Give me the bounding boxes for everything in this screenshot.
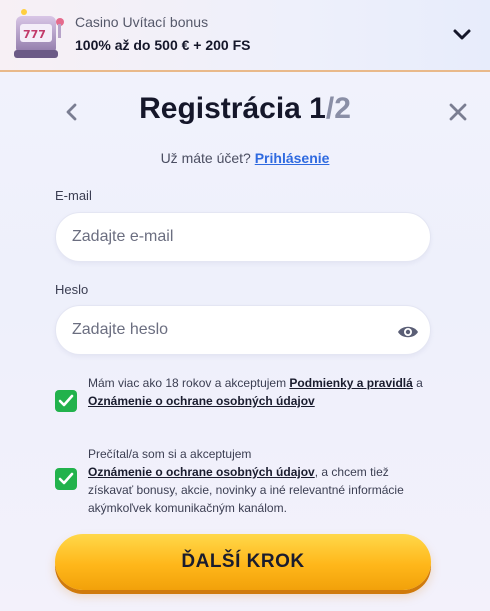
eye-icon[interactable] [396,320,420,344]
marketing-consent-checkbox[interactable] [55,468,77,490]
age-terms-consent-text: Mám viac ako 18 rokov a akceptujem Podmi… [88,374,433,410]
consent-text: Mám viac ako 18 rokov a akceptujem [88,376,290,390]
registration-panel: Registrácia 1/2 Už máte účet? Prihláseni… [0,74,490,611]
login-link[interactable]: Prihlásenie [255,150,330,166]
age-terms-checkbox[interactable] [55,390,77,412]
consent-text: Prečítal/a som si a akceptujem [88,447,252,461]
email-label: E-mail [55,188,92,203]
title-separator: / [325,92,335,125]
page-title: Registrácia 1/2 [0,92,490,126]
close-icon[interactable] [446,100,470,124]
password-label: Heslo [55,282,89,297]
privacy-notice-link[interactable]: Oznámenie o ochrane osobných údajov [88,394,315,408]
banner-subtitle: 100% až do 500 € + 200 FS [75,37,251,53]
login-prompt-row: Už máte účet? Prihlásenie [0,150,490,166]
consent-text: a [412,376,423,390]
login-prompt: Už máte účet? [160,150,251,166]
chevron-down-icon[interactable] [450,22,474,46]
marketing-consent-text: Prečítal/a som si a akceptujem Oznámenie… [88,445,433,517]
svg-text:777: 777 [23,28,46,41]
checkmark-icon [58,472,74,485]
title-step-total: 2 [334,92,351,125]
privacy-notice-link[interactable]: Oznámenie o ochrane osobných údajov [88,465,315,479]
title-main: Registrácia 1 [139,92,326,125]
next-step-button[interactable]: ĎALŠÍ KROK [55,534,431,590]
slot-machine-icon: 777 [14,9,64,58]
terms-link[interactable]: Podmienky a pravidlá [289,376,412,390]
email-field[interactable] [55,212,431,262]
banner-title: Casino Uvítací bonus [75,14,209,30]
bonus-banner[interactable]: 777 Casino Uvítací bonus 100% až do 500 … [0,0,490,72]
password-field[interactable] [55,305,431,355]
checkmark-icon [58,394,74,407]
